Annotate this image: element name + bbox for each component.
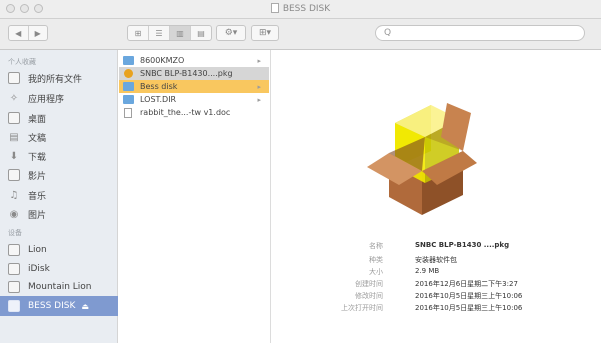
- title-bar: BESS DISK: [0, 0, 601, 19]
- file-name: rabbit_the...-tw v1.doc: [140, 108, 231, 117]
- info-row-modified: 修改时间 2016年10月5日星期三上午10:06: [272, 291, 601, 302]
- sidebar-item-label: 音乐: [28, 191, 47, 202]
- window-title: BESS DISK: [282, 4, 331, 14]
- sidebar-item-all-files[interactable]: 我的所有文件: [8, 70, 82, 86]
- search-input[interactable]: Q: [375, 25, 585, 41]
- file-name: Bess disk: [140, 82, 178, 91]
- back-button[interactable]: ◀: [9, 26, 29, 40]
- info-row-kind: 种类 安装器软件包: [272, 255, 601, 266]
- sidebar-item-music[interactable]: ♫ 音乐: [8, 187, 47, 203]
- info-value: 2.9 MB: [415, 267, 440, 275]
- view-mode-control: ⊞ ☰ ▥ ▤: [127, 25, 212, 41]
- sidebar-item-label: 我的所有文件: [28, 74, 83, 85]
- disk-icon: [8, 244, 20, 256]
- downloads-icon: ⬇: [9, 150, 19, 162]
- preview-pane: 名称 SNBC BLP-B1430 ....pkg 种类 安装器软件包 大小 2…: [272, 50, 601, 343]
- chevron-right-icon: ▸: [257, 95, 261, 104]
- info-row-name: 名称 SNBC BLP-B1430 ....pkg: [272, 241, 601, 252]
- list-view-button[interactable]: ☰: [149, 26, 170, 40]
- sidebar-item-label: 下载: [28, 152, 47, 163]
- arrange-menu-button[interactable]: ⊞▾: [251, 25, 279, 41]
- sidebar-item-label: 应用程序: [28, 94, 65, 105]
- folder-icon: [123, 56, 134, 65]
- info-value: SNBC BLP-B1430 ....pkg: [415, 241, 510, 249]
- info-value: 2016年10月5日星期三上午10:06: [415, 292, 523, 300]
- file-column: 8600KMZO ▸ SNBC BLP-B1430....pkg Bess di…: [119, 50, 271, 343]
- search-icon: Q: [384, 28, 392, 38]
- chevron-right-icon: ▸: [257, 82, 261, 91]
- forward-button[interactable]: ▶: [29, 26, 48, 40]
- disk-icon: [8, 300, 20, 312]
- sidebar-item-desktop[interactable]: 桌面: [8, 110, 46, 126]
- file-name: SNBC BLP-B1430....pkg: [140, 69, 233, 78]
- sidebar-item-label: Lion: [28, 245, 47, 255]
- all-files-icon: [8, 72, 20, 84]
- finder-window: BESS DISK ◀ ▶ ⊞ ☰ ▥ ▤ ⚙▾ ⊞▾ Q 个人收藏 我的所有文…: [0, 0, 601, 343]
- package-preview-icon: [367, 103, 477, 215]
- info-label: 大小: [369, 268, 383, 276]
- sidebar-item-label: 桌面: [28, 114, 47, 125]
- sidebar-item-mountain-lion[interactable]: Mountain Lion: [8, 279, 92, 295]
- sidebar-item-label: 文稿: [28, 133, 47, 144]
- info-label: 名称: [369, 242, 383, 250]
- list-item[interactable]: Bess disk ▸: [119, 80, 269, 93]
- toolbar: ◀ ▶ ⊞ ☰ ▥ ▤ ⚙▾ ⊞▾ Q: [0, 19, 601, 50]
- sidebar-item-idisk[interactable]: iDisk: [8, 261, 50, 277]
- list-item[interactable]: 8600KMZO ▸: [119, 54, 269, 67]
- sidebar-item-label: BESS DISK: [28, 301, 76, 311]
- sidebar-item-applications[interactable]: ✧ 应用程序: [8, 90, 64, 106]
- back-forward-control: ◀ ▶: [8, 25, 48, 41]
- pictures-icon: ◉: [9, 208, 19, 220]
- sidebar-item-documents[interactable]: ▤ 文稿: [8, 129, 46, 145]
- sidebar-item-movies[interactable]: 影片: [8, 167, 46, 183]
- sidebar: 个人收藏 我的所有文件 ✧ 应用程序 桌面 ▤ 文稿 ⬇ 下载 影片 ♫ 音乐: [0, 50, 118, 343]
- info-label: 创建时间: [355, 280, 383, 288]
- favorites-header: 个人收藏: [8, 58, 36, 66]
- file-name: LOST.DIR: [140, 95, 177, 104]
- document-icon: [124, 107, 132, 118]
- action-menu-button[interactable]: ⚙▾: [216, 25, 246, 41]
- info-label: 上次打开时间: [341, 304, 383, 312]
- chevron-right-icon: ▸: [257, 56, 261, 65]
- documents-icon: ▤: [9, 131, 19, 143]
- sidebar-item-label: iDisk: [28, 264, 50, 274]
- info-row-last-opened: 上次打开时间 2016年10月5日星期三上午10:06: [272, 303, 601, 314]
- info-row-created: 创建时间 2016年12月6日星期二下午3:27: [272, 279, 601, 290]
- package-icon: [124, 69, 133, 78]
- music-icon: ♫: [9, 189, 19, 201]
- info-value: 安装器软件包: [415, 256, 457, 264]
- info-label: 修改时间: [355, 292, 383, 300]
- list-item[interactable]: rabbit_the...-tw v1.doc: [119, 106, 269, 119]
- info-value: 2016年12月6日星期二下午3:27: [415, 280, 518, 288]
- column-view-button[interactable]: ▥: [170, 26, 191, 40]
- disk-icon: [270, 3, 279, 13]
- folder-icon: [123, 82, 134, 91]
- sidebar-item-downloads[interactable]: ⬇ 下载: [8, 148, 46, 164]
- sidebar-item-label: 图片: [28, 210, 47, 221]
- coverflow-view-button[interactable]: ▤: [191, 26, 211, 40]
- sidebar-item-label: Mountain Lion: [28, 282, 92, 292]
- window-title-wrap: BESS DISK: [0, 3, 601, 14]
- folder-icon: [123, 95, 134, 104]
- desktop-icon: [8, 112, 20, 124]
- icon-view-button[interactable]: ⊞: [128, 26, 149, 40]
- sidebar-item-pictures[interactable]: ◉ 图片: [8, 206, 46, 222]
- applications-icon: ✧: [9, 92, 19, 104]
- eject-icon[interactable]: ⏏: [81, 302, 89, 311]
- sidebar-item-label: 影片: [28, 171, 47, 182]
- disk-icon: [8, 263, 20, 275]
- disk-icon: [8, 281, 20, 293]
- sidebar-item-bess-disk-row: BESS DISK ⏏: [8, 298, 89, 314]
- devices-header: 设备: [8, 229, 22, 237]
- sidebar-item-bess-disk[interactable]: BESS DISK ⏏: [0, 296, 118, 316]
- list-item[interactable]: LOST.DIR ▸: [119, 93, 269, 106]
- info-value: 2016年10月5日星期三上午10:06: [415, 304, 523, 312]
- movies-icon: [8, 169, 20, 181]
- sidebar-item-lion[interactable]: Lion: [8, 242, 47, 258]
- info-label: 种类: [369, 256, 383, 264]
- info-row-size: 大小 2.9 MB: [272, 267, 601, 278]
- list-item-selected[interactable]: SNBC BLP-B1430....pkg: [119, 67, 269, 80]
- file-name: 8600KMZO: [140, 56, 185, 65]
